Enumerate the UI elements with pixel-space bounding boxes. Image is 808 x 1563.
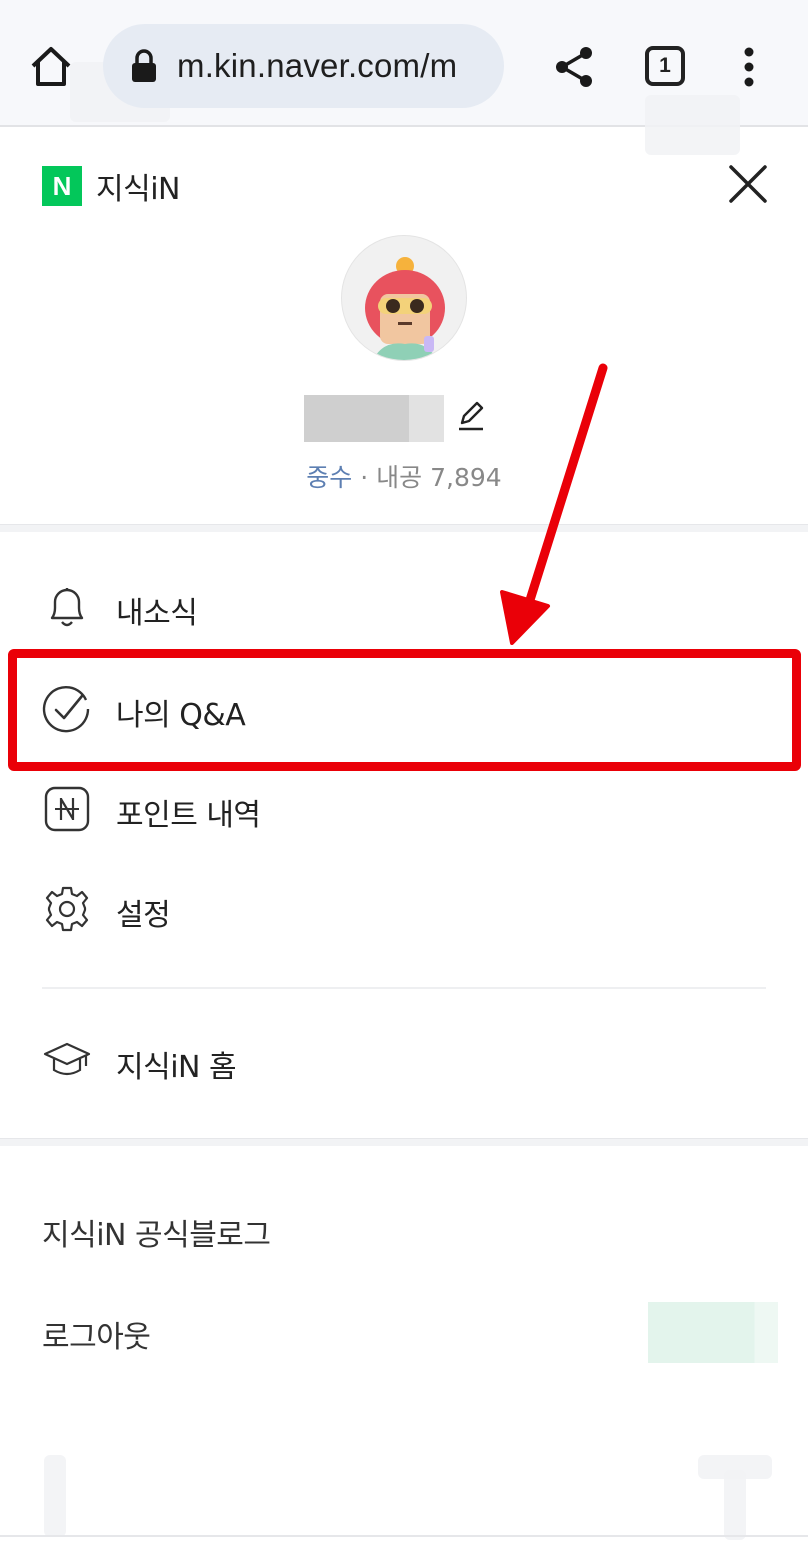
bottom-divider — [0, 1535, 808, 1537]
logout-link[interactable]: 로그아웃 — [42, 1312, 151, 1356]
avatar[interactable] — [341, 235, 467, 361]
menu-divider — [42, 987, 766, 989]
menu-label: 설정 — [116, 898, 171, 933]
menu-item-settings[interactable]: 설정 — [0, 860, 808, 960]
screen: m.kin.naver.com/m 1 N 지식iN 중수 · 내공 7,894… — [0, 0, 808, 1563]
user-points: 내공 7,894 — [376, 463, 502, 492]
point-icon — [44, 786, 90, 832]
browser-toolbar: m.kin.naver.com/m 1 — [0, 0, 808, 155]
tab-switcher-button[interactable]: 1 — [645, 46, 685, 86]
annotation-highlight-box — [8, 649, 801, 771]
background-ghost-text — [645, 95, 740, 155]
graduation-cap-icon — [43, 1042, 91, 1076]
section-divider — [0, 524, 808, 532]
close-icon[interactable] — [726, 162, 770, 206]
menu-item-kin-home[interactable]: 지식iN 홈 — [0, 1012, 808, 1112]
home-icon[interactable] — [28, 44, 74, 90]
address-bar[interactable]: m.kin.naver.com/m — [103, 24, 504, 108]
service-title: 지식iN — [96, 172, 180, 207]
meta-separator: · — [352, 463, 377, 492]
url-text: m.kin.naver.com/m — [177, 47, 458, 84]
menu-label: 포인트 내역 — [116, 798, 261, 833]
menu-label: 지식iN 홈 — [116, 1050, 237, 1085]
profile-meta: 중수 · 내공 7,894 — [0, 458, 808, 494]
section-divider — [0, 1138, 808, 1146]
background-ghost-text — [724, 1470, 746, 1540]
user-grade[interactable]: 중수 — [306, 463, 352, 492]
character-avatar-icon — [365, 257, 445, 360]
share-icon[interactable] — [553, 45, 595, 89]
background-ghost-text — [44, 1455, 66, 1537]
official-blog-link[interactable]: 지식iN 공식블로그 — [42, 1210, 271, 1254]
pencil-edit-icon[interactable] — [456, 399, 486, 431]
nickname-redacted — [304, 395, 444, 442]
gear-icon — [45, 886, 89, 932]
service-brand[interactable]: N 지식iN — [42, 164, 180, 208]
menu-item-notifications[interactable]: 내소식 — [0, 558, 808, 658]
menu-item-points[interactable]: 포인트 내역 — [0, 760, 808, 860]
lock-icon — [132, 49, 156, 82]
ad-badge-placeholder — [648, 1302, 778, 1363]
bell-icon — [50, 588, 84, 627]
overflow-menu-icon[interactable] — [738, 46, 760, 88]
menu-label: 내소식 — [116, 596, 198, 631]
naver-logo: N — [42, 166, 82, 206]
